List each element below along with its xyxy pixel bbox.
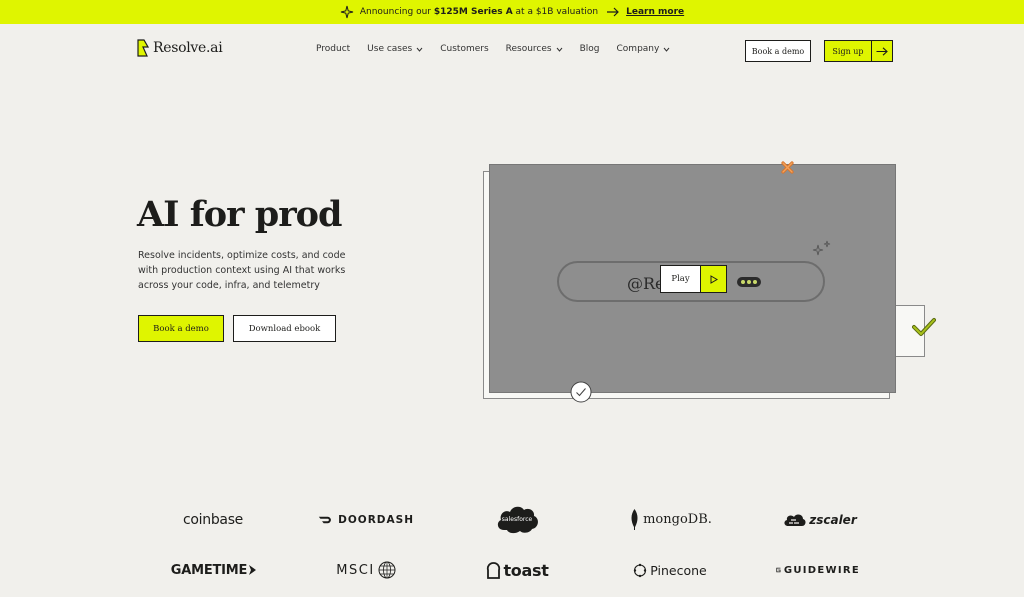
nav-item-use-cases[interactable]: Use cases [367, 44, 423, 54]
doordash-logo: DOORDASH [318, 507, 414, 533]
arrow-right-icon [876, 46, 888, 56]
chevron-down-icon [663, 47, 670, 52]
announcement-banner: Announcing our $125M Series A at a $1B v… [0, 0, 1024, 24]
close-x-icon [781, 161, 794, 174]
msci-logo: MSCI [330, 557, 402, 583]
arrow-right-icon [607, 7, 619, 17]
mongodb-logo: mongoDB. [624, 506, 718, 532]
play-icon [710, 274, 718, 284]
brand-logo[interactable]: Resolve.ai [137, 39, 223, 57]
download-ebook-button[interactable]: Download ebook [233, 315, 336, 342]
chevron-down-icon [556, 47, 562, 52]
nav-book-demo-button[interactable]: Book a demo [745, 40, 811, 62]
hero-subtitle: Resolve incidents, optimize costs, and c… [138, 250, 346, 291]
play-button[interactable]: Play [660, 265, 727, 293]
zscaler-cloud-icon [784, 514, 806, 526]
pinecone-logo: Pinecone [628, 557, 712, 583]
toast-logo: toast [480, 557, 554, 583]
sparkle-icon [340, 5, 353, 19]
pinecone-icon [634, 563, 647, 577]
learn-more-link[interactable]: Learn more [626, 7, 684, 17]
check-circle-icon [570, 381, 592, 403]
gametime-arrow-icon [249, 565, 257, 575]
nav-item-product[interactable]: Product [316, 44, 350, 54]
salesforce-logo: salesforce [494, 503, 540, 535]
hero-title: AI for prod [137, 194, 342, 235]
typing-indicator-icon [737, 277, 761, 287]
checkmark-icon [912, 318, 936, 336]
play-label: Play [661, 266, 701, 292]
doordash-icon [318, 516, 331, 524]
zscaler-logo: zscaler [780, 507, 860, 533]
guidewire-icon [776, 567, 781, 573]
nav-item-company[interactable]: Company [617, 44, 671, 54]
top-nav: Resolve.ai Product Use cases Customers R… [0, 24, 1024, 76]
chevron-down-icon [416, 47, 423, 52]
nav-item-customers[interactable]: Customers [440, 44, 488, 54]
gametime-logo: GAMETIME [170, 557, 258, 583]
resolve-logo-icon [137, 39, 149, 57]
nav-item-resources[interactable]: Resources [506, 44, 563, 54]
coinbase-logo: coinbase [183, 512, 243, 528]
sign-up-label: Sign up [825, 41, 872, 61]
sparkles-icon [812, 240, 831, 256]
nav-item-blog[interactable]: Blog [580, 44, 600, 54]
hero-book-demo-button[interactable]: Book a demo [138, 315, 224, 342]
mongodb-leaf-icon [631, 509, 638, 530]
guidewire-logo: GUIDEWIRE [776, 557, 860, 583]
nav-menu: Product Use cases Customers Resources Bl… [316, 44, 687, 54]
hero-video[interactable]: @Re I Play [489, 164, 896, 393]
announcement-text: Announcing our $125M Series A at a $1B v… [359, 7, 599, 17]
brand-name: Resolve.ai [153, 40, 223, 56]
globe-icon [378, 561, 396, 579]
sign-up-button[interactable]: Sign up [824, 40, 893, 62]
toast-icon [487, 561, 501, 579]
